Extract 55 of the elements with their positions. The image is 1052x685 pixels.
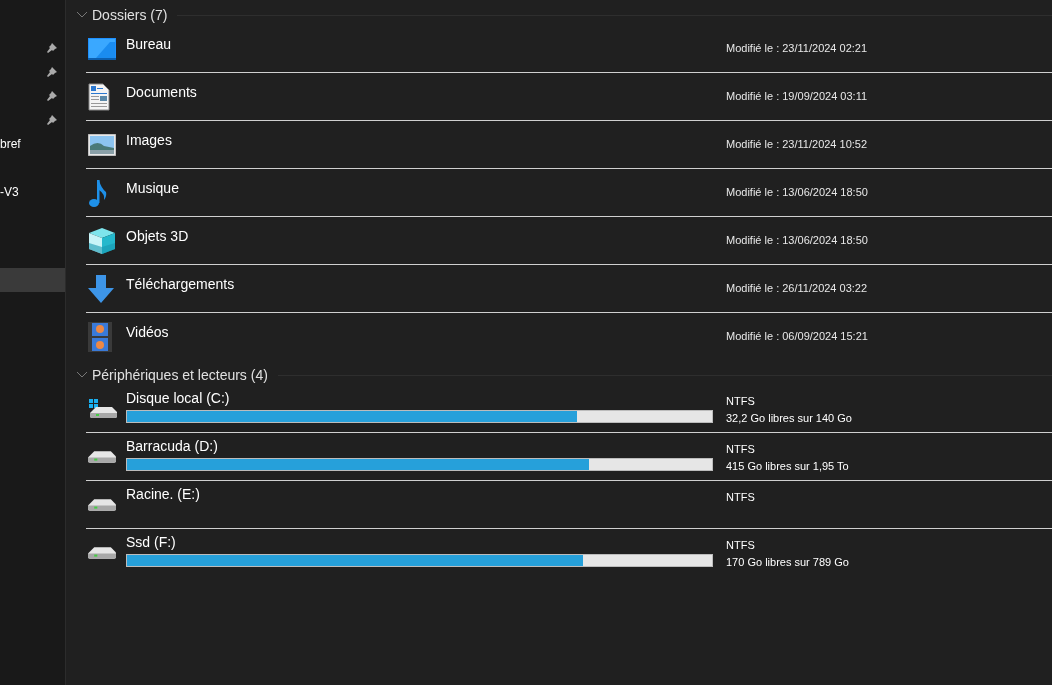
sidebar-label: -V3	[0, 184, 19, 201]
drive-item[interactable]: Barracuda (D:) NTFS 415 Go libres sur 1,95 To	[86, 433, 1052, 481]
file-system: NTFS	[726, 538, 756, 553]
group-title[interactable]: Dossiers (7)	[92, 4, 168, 26]
folder-name: Images	[126, 132, 172, 148]
folder-name: Bureau	[126, 36, 172, 52]
folder-name: Vidéos	[126, 324, 169, 340]
drive-item[interactable]: Ssd (F:) NTFS 170 Go libres sur 789 Go	[86, 529, 1052, 577]
folder-item[interactable]: Musique Modifié le : 13/06/2024 18:50	[86, 169, 1052, 217]
film-strip-icon	[88, 322, 112, 352]
folder-item[interactable]: Vidéos Modifié le : 06/09/2024 15:21	[86, 313, 1052, 361]
drive-name: Ssd (F:)	[126, 533, 177, 551]
document-icon	[88, 82, 110, 111]
file-system: NTFS	[726, 490, 755, 505]
chevron-icon[interactable]	[76, 371, 88, 379]
modified-date: Modifié le : 23/11/2024 10:52	[726, 138, 868, 150]
modified-date: Modifié le : 23/11/2024 02:21	[726, 42, 868, 54]
cube-icon	[88, 226, 116, 255]
folder-name: Objets 3D	[126, 228, 189, 244]
folder-name: Musique	[126, 180, 179, 196]
folder-item[interactable]: Objets 3D Modifié le : 13/06/2024 18:50	[86, 217, 1052, 265]
drive-name: Barracuda (D:)	[126, 437, 219, 455]
folder-item[interactable]: Images Modifié le : 23/11/2024 10:52	[86, 121, 1052, 169]
monitor-icon	[88, 37, 116, 60]
file-system: NTFS	[726, 394, 756, 409]
folder-item[interactable]: Bureau Modifié le : 23/11/2024 02:21	[86, 25, 1052, 73]
file-system: NTFS	[726, 442, 756, 457]
modified-date: Modifié le : 19/09/2024 03:11	[726, 90, 868, 102]
free-space: 170 Go libres sur 789 Go	[726, 555, 849, 570]
windows-drive-icon	[88, 398, 118, 419]
sidebar-item[interactable]: bref	[0, 132, 65, 156]
drive-icon	[88, 547, 116, 559]
modified-date: Modifié le : 13/06/2024 18:50	[726, 234, 868, 246]
drive-name: Racine. (E:)	[126, 485, 201, 503]
chevron-icon[interactable]	[76, 11, 88, 19]
drive-item[interactable]: Disque local (C:) NTFS 32,2 Go libres sur 140 Go	[86, 385, 1052, 433]
folder-name: Téléchargements	[126, 276, 235, 292]
group-title[interactable]: Périphériques et lecteurs (4)	[92, 364, 268, 386]
landscape-icon	[88, 133, 116, 156]
drive-item[interactable]: Racine. (E:) NTFS	[86, 481, 1052, 529]
free-space: 32,2 Go libres sur 140 Go	[726, 411, 852, 426]
modified-date: Modifié le : 26/11/2024 03:22	[726, 282, 868, 294]
sidebar-label: bref	[0, 136, 21, 153]
drive-name: Disque local (C:)	[126, 389, 231, 407]
modified-date: Modifié le : 06/09/2024 15:21	[726, 330, 868, 342]
folder-name: Documents	[126, 84, 197, 100]
folder-item[interactable]: Documents Modifié le : 19/09/2024 03:11	[86, 73, 1052, 121]
folder-item[interactable]: Téléchargements Modifié le : 26/11/2024 03:22	[86, 265, 1052, 313]
modified-date: Modifié le : 13/06/2024 18:50	[726, 186, 868, 198]
down-arrow-icon	[88, 274, 114, 303]
music-note-icon	[88, 177, 108, 208]
sidebar-item[interactable]: -V3	[0, 180, 65, 204]
free-space: 415 Go libres sur 1,95 To	[726, 459, 849, 474]
drive-icon	[88, 450, 116, 463]
drive-icon	[88, 498, 116, 511]
